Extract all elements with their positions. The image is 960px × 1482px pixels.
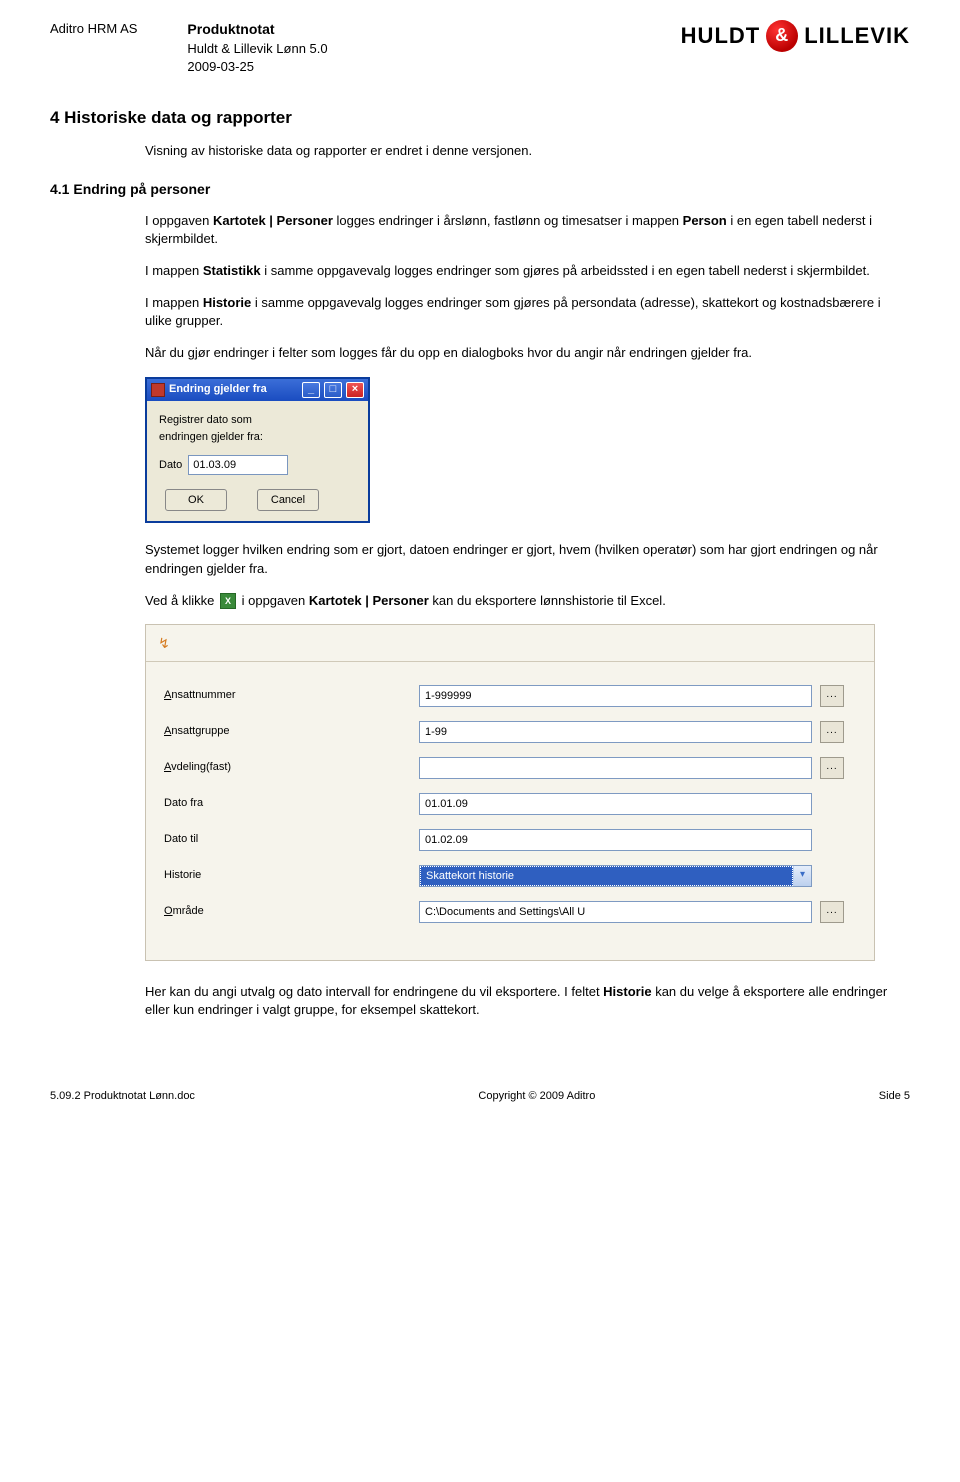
paragraph-4: Når du gjør endringer i felter som logge… [145, 344, 900, 362]
product-title: Produktnotat [187, 20, 327, 40]
brand-logo: HULDT & LILLEVIK [681, 20, 910, 52]
company-name: Aditro HRM AS [50, 20, 137, 76]
logo-text-left: HULDT [681, 21, 761, 52]
logo-ampersand-icon: & [766, 20, 798, 52]
footer-center: Copyright © 2009 Aditro [478, 1089, 595, 1104]
browse-ansattnummer[interactable]: ... [820, 685, 844, 707]
form-toolbar: ↯ [146, 633, 874, 655]
label-omrade: Område [164, 904, 419, 919]
maximize-button[interactable]: □ [324, 382, 342, 398]
label-dato-til: Dato til [164, 832, 419, 847]
page-header: Aditro HRM AS Produktnotat Huldt & Lille… [50, 20, 910, 76]
dialog-app-icon [151, 383, 165, 397]
paragraph-3: I mappen Historie i samme oppgavevalg lo… [145, 294, 900, 330]
chevron-down-icon: ▾ [793, 866, 811, 886]
row-avdeling: Avdeling(fast) ... [146, 750, 874, 786]
product-date: 2009-03-25 [187, 58, 327, 76]
paragraph-1: I oppgaven Kartotek | Personer logges en… [145, 212, 900, 248]
export-form-panel: ↯ Ansattnummer ... Ansattgruppe ... Avde… [145, 624, 875, 961]
footer-right: Side 5 [879, 1089, 910, 1104]
dialog-date-row: Dato [159, 455, 356, 475]
dialog-line1: Registrer dato som [159, 413, 356, 428]
input-ansattgruppe[interactable] [419, 721, 812, 743]
product-name: Huldt & Lillevik Lønn 5.0 [187, 40, 327, 58]
browse-avdeling[interactable]: ... [820, 757, 844, 779]
input-avdeling[interactable] [419, 757, 812, 779]
row-ansattgruppe: Ansattgruppe ... [146, 714, 874, 750]
row-dato-fra: Dato fra [146, 786, 874, 822]
cancel-button[interactable]: Cancel [257, 489, 319, 511]
label-ansattnummer: Ansattnummer [164, 688, 419, 703]
label-ansattgruppe: Ansattgruppe [164, 724, 419, 739]
paragraph-6: Ved å klikke X i oppgaven Kartotek | Per… [145, 592, 900, 610]
paragraph-5: Systemet logger hvilken endring som er g… [145, 541, 900, 577]
dialog-line2: endringen gjelder fra: [159, 430, 356, 445]
select-historie[interactable]: Skattekort historie ▾ [419, 865, 812, 887]
input-ansattnummer[interactable] [419, 685, 812, 707]
input-dato-til[interactable] [419, 829, 812, 851]
dialog-endring-gjelder-fra: Endring gjelder fra _ □ × Registrer dato… [145, 377, 370, 524]
dialog-body: Registrer dato som endringen gjelder fra… [147, 401, 368, 522]
footer-left: 5.09.2 Produktnotat Lønn.doc [50, 1089, 195, 1104]
row-historie: Historie Skattekort historie ▾ [146, 858, 874, 894]
minimize-button[interactable]: _ [302, 382, 320, 398]
dialog-button-row: OK Cancel [165, 489, 356, 511]
row-ansattnummer: Ansattnummer ... [146, 678, 874, 714]
dialog-date-input[interactable] [188, 455, 288, 475]
close-button[interactable]: × [346, 382, 364, 398]
browse-ansattgruppe[interactable]: ... [820, 721, 844, 743]
form-separator [146, 661, 874, 662]
ok-button[interactable]: OK [165, 489, 227, 511]
row-dato-til: Dato til [146, 822, 874, 858]
excel-icon: X [220, 593, 236, 609]
dialog-titlebar: Endring gjelder fra _ □ × [147, 379, 368, 401]
section-4-intro: Visning av historiske data og rapporter … [145, 142, 900, 160]
dialog-title: Endring gjelder fra [169, 382, 298, 397]
header-text-block: Aditro HRM AS Produktnotat Huldt & Lille… [50, 20, 328, 76]
input-dato-fra[interactable] [419, 793, 812, 815]
input-omrade[interactable] [419, 901, 812, 923]
paragraph-7: Her kan du angi utvalg og dato intervall… [145, 983, 900, 1019]
label-avdeling: Avdeling(fast) [164, 760, 419, 775]
form-tool-icon[interactable]: ↯ [154, 635, 174, 653]
label-historie: Historie [164, 868, 419, 883]
paragraph-2: I mappen Statistikk i samme oppgavevalg … [145, 262, 900, 280]
row-omrade: Område ... [146, 894, 874, 930]
label-dato-fra: Dato fra [164, 796, 419, 811]
product-column: Produktnotat Huldt & Lillevik Lønn 5.0 2… [187, 20, 327, 76]
page-footer: 5.09.2 Produktnotat Lønn.doc Copyright ©… [50, 1089, 910, 1104]
select-historie-value: Skattekort historie [420, 866, 793, 886]
logo-text-right: LILLEVIK [804, 21, 910, 52]
section-4-1-heading: 4.1 Endring på personer [50, 180, 910, 200]
section-4-body: Visning av historiske data og rapporter … [145, 142, 900, 160]
section-4-1-body: I oppgaven Kartotek | Personer logges en… [145, 212, 900, 1020]
section-4-heading: 4 Historiske data og rapporter [50, 106, 910, 130]
dialog-date-label: Dato [159, 458, 182, 473]
browse-omrade[interactable]: ... [820, 901, 844, 923]
